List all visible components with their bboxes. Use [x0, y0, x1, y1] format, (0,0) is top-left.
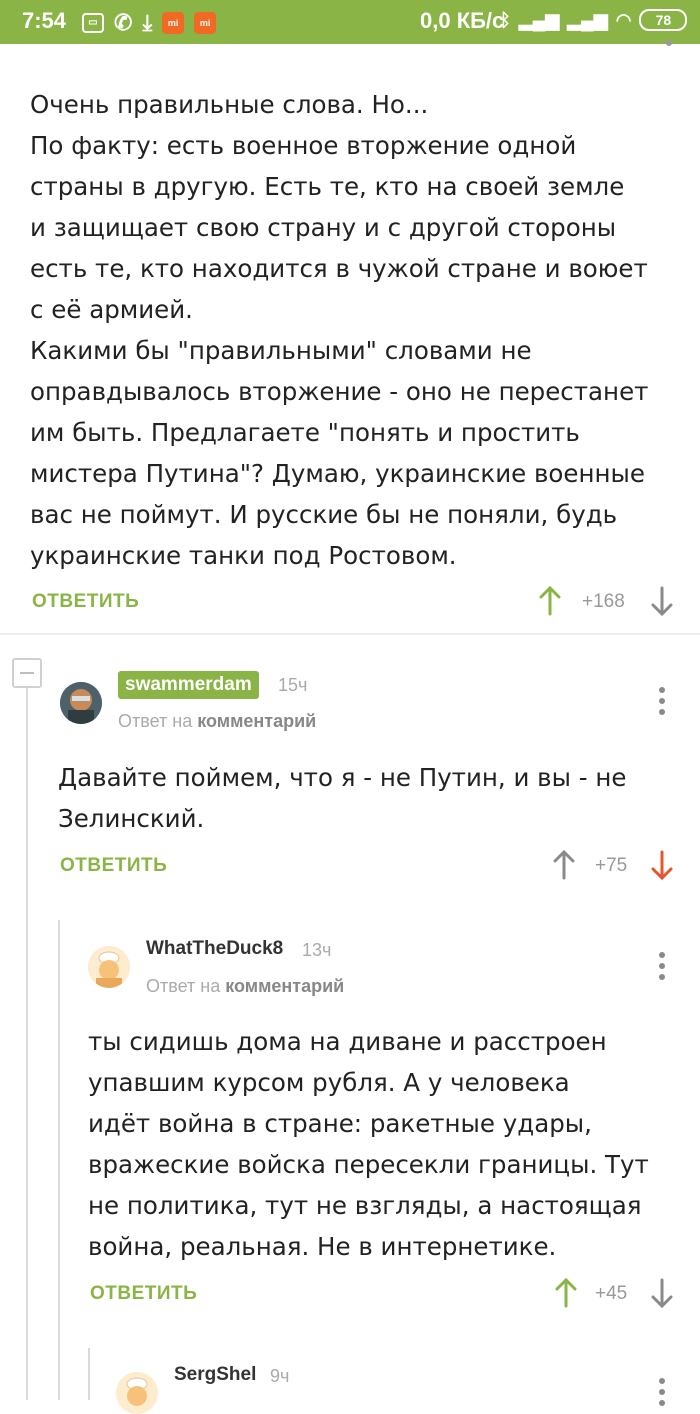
downvote-arrow-icon[interactable] — [650, 1278, 674, 1308]
more-options-icon[interactable] — [658, 952, 666, 982]
reply-button[interactable]: ОТВЕТИТЬ — [60, 846, 167, 886]
comment-text: Давайте поймем, что я - не Путин, и вы -… — [58, 763, 627, 833]
upvote-arrow-icon[interactable] — [552, 850, 576, 880]
default-avatar-icon — [88, 946, 130, 988]
bluetooth-icon: ᛒ — [500, 9, 511, 30]
divider — [0, 633, 700, 635]
reply-to-label: Ответ на комментарий — [118, 711, 316, 732]
reply-button[interactable]: ОТВЕТИТЬ — [90, 1274, 197, 1314]
comment-score: +75 — [595, 855, 628, 876]
network-speed: 0,0 КБ/с — [420, 8, 505, 33]
thread-line — [58, 920, 60, 1400]
download-icon: ⤓ — [142, 10, 153, 35]
reply-to-link[interactable]: комментарий — [197, 711, 316, 731]
avatar[interactable] — [116, 1372, 158, 1414]
downvote-arrow-icon[interactable] — [650, 586, 674, 616]
collapse-thread-button[interactable] — [12, 658, 42, 688]
comment-text: ты сидишь дома на диване и расстроен упа… — [88, 1027, 649, 1261]
reply-to-prefix: Ответ на — [146, 976, 221, 996]
thread-line — [88, 1348, 90, 1400]
minus-icon — [20, 672, 34, 674]
reply-to-link[interactable]: комментарий — [225, 976, 344, 996]
mi-app-icon: mi — [162, 12, 185, 34]
status-left-icons: ▭ ✆ ⤓ mi mi — [82, 10, 217, 36]
upvote-arrow-icon[interactable] — [538, 586, 562, 616]
wifi-icon: ◠ — [615, 9, 632, 30]
status-bar: 7:54 ▭ ✆ ⤓ mi mi 0,0 КБ/с ᛒ ▂▄▆ ▂▄▆ ◠ 78 — [0, 0, 700, 44]
comment-score: +168 — [582, 591, 625, 612]
comment-score: +45 — [595, 1283, 628, 1304]
overflow-dot — [666, 40, 672, 46]
signal-icon: ▂▄▆ — [518, 9, 560, 30]
battery-level: 78 — [655, 12, 672, 28]
thread-line — [26, 688, 28, 1400]
comment-text: Очень правильные слова. Но... По факту: … — [30, 90, 649, 570]
username[interactable]: WhatTheDuck8 — [146, 938, 283, 960]
comment-time: 13ч — [302, 940, 332, 960]
comment-time: 15ч — [278, 675, 308, 695]
status-right-icons: ᛒ ▂▄▆ ▂▄▆ ◠ 78 — [500, 9, 688, 31]
mi-app-icon: mi — [194, 12, 217, 34]
downvote-arrow-icon[interactable] — [650, 850, 674, 880]
reply-button[interactable]: ОТВЕТИТЬ — [32, 582, 139, 622]
status-time: 7:54 — [22, 8, 67, 33]
more-options-icon[interactable] — [658, 687, 666, 717]
username[interactable]: swammerdam — [118, 671, 259, 699]
signal-icon: ▂▄▆ — [567, 9, 608, 30]
avatar[interactable] — [60, 682, 102, 724]
avatar[interactable] — [88, 946, 130, 988]
battery-icon: 78 — [639, 9, 688, 31]
username[interactable]: SergShel — [174, 1364, 256, 1386]
upvote-arrow-icon[interactable] — [554, 1278, 578, 1308]
user-avatar-icon — [60, 682, 102, 724]
default-avatar-icon — [116, 1372, 158, 1414]
comment-actions: ОТВЕТИТЬ +45 — [90, 1274, 680, 1314]
comment-actions: ОТВЕТИТЬ +168 — [32, 582, 682, 622]
screen-record-icon: ▭ — [82, 13, 104, 33]
comment-time: 9ч — [270, 1366, 290, 1386]
viber-icon: ✆ — [114, 10, 133, 35]
comment-actions: ОТВЕТИТЬ +75 — [60, 846, 680, 886]
more-options-icon[interactable] — [658, 1378, 666, 1408]
reply-to-label: Ответ на комментарий — [146, 976, 344, 997]
reply-to-prefix: Ответ на — [118, 711, 193, 731]
